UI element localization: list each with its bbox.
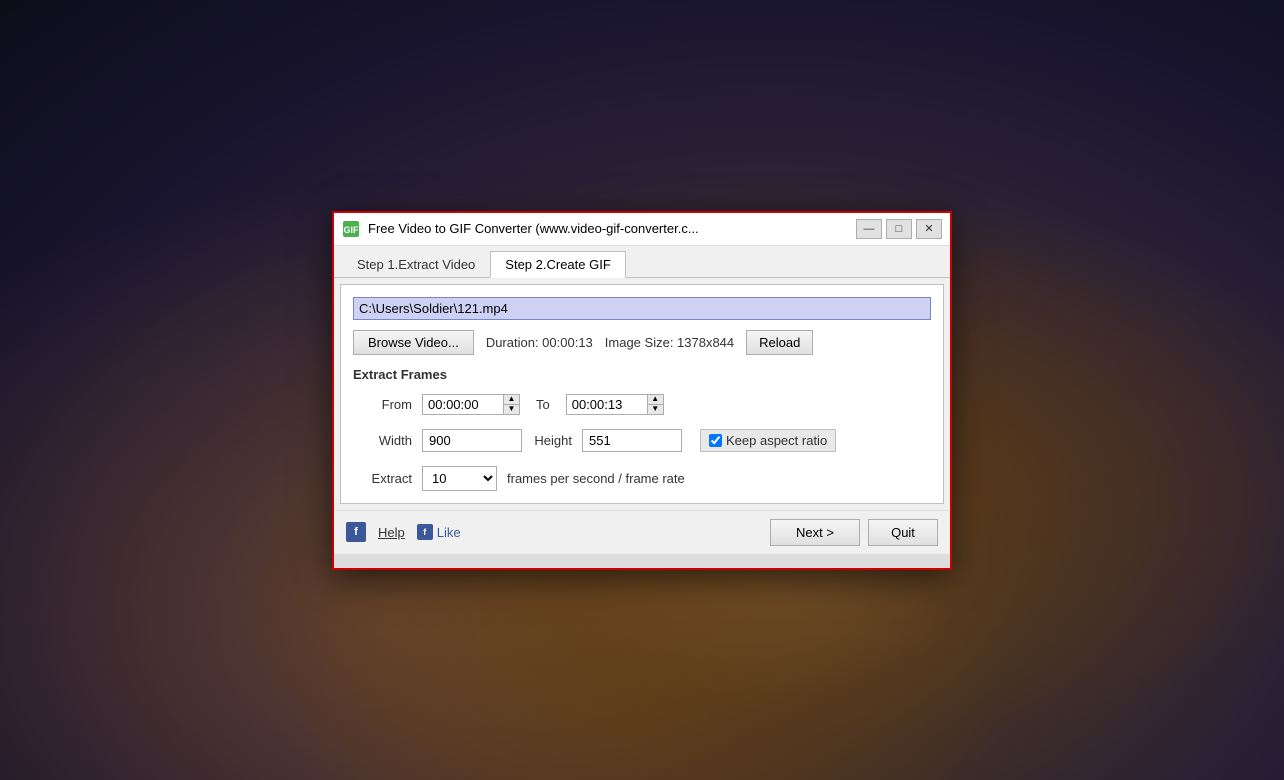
browse-video-button[interactable]: Browse Video... bbox=[353, 330, 474, 355]
height-input[interactable] bbox=[582, 429, 682, 452]
main-content: Browse Video... Duration: 00:00:13 Image… bbox=[340, 284, 944, 504]
keep-aspect-ratio-text: Keep aspect ratio bbox=[726, 433, 827, 448]
to-spinbox: ▲ ▼ bbox=[566, 394, 664, 415]
fps-select[interactable]: 1 2 5 10 15 20 25 30 bbox=[422, 466, 497, 491]
file-row bbox=[353, 297, 931, 320]
next-button[interactable]: Next > bbox=[770, 519, 860, 546]
from-label: From bbox=[357, 397, 412, 412]
like-button[interactable]: f Like bbox=[417, 524, 461, 540]
like-text: Like bbox=[437, 525, 461, 540]
from-spinbox: ▲ ▼ bbox=[422, 394, 520, 415]
height-label: Height bbox=[532, 433, 572, 448]
window-controls: — □ ✕ bbox=[856, 219, 942, 239]
keep-aspect-ratio-label[interactable]: Keep aspect ratio bbox=[700, 429, 836, 452]
keep-aspect-ratio-checkbox[interactable] bbox=[709, 434, 722, 447]
maximize-button[interactable]: □ bbox=[886, 219, 912, 239]
file-path-input[interactable] bbox=[353, 297, 931, 320]
form-grid: From ▲ ▼ To ▲ ▼ bbox=[353, 394, 931, 491]
from-input[interactable] bbox=[423, 395, 503, 414]
facebook-icon: f bbox=[417, 524, 433, 540]
from-spin-up[interactable]: ▲ bbox=[504, 395, 519, 404]
width-height-row: Width Height Keep aspect ratio bbox=[357, 429, 927, 452]
from-to-row: From ▲ ▼ To ▲ ▼ bbox=[357, 394, 927, 415]
app-footer-icon: f bbox=[346, 522, 366, 542]
app-icon: GIF bbox=[342, 220, 360, 238]
footer-right: Next > Quit bbox=[770, 519, 938, 546]
minimize-button[interactable]: — bbox=[856, 219, 882, 239]
from-spin-down[interactable]: ▼ bbox=[504, 404, 519, 414]
width-label: Width bbox=[357, 433, 412, 448]
extract-fps-row: Extract 1 2 5 10 15 20 25 30 frames per … bbox=[357, 466, 927, 491]
title-bar: GIF Free Video to GIF Converter (www.vid… bbox=[334, 213, 950, 246]
to-separator-label: To bbox=[536, 397, 550, 412]
quit-button[interactable]: Quit bbox=[868, 519, 938, 546]
from-spin-buttons: ▲ ▼ bbox=[503, 395, 519, 414]
extract-frames-label: Extract Frames bbox=[353, 367, 931, 382]
tab-step2[interactable]: Step 2.Create GIF bbox=[490, 251, 626, 278]
footer: f Help f Like Next > Quit bbox=[334, 510, 950, 554]
footer-left: f Help f Like bbox=[346, 522, 770, 542]
to-spin-down[interactable]: ▼ bbox=[648, 404, 663, 414]
help-link[interactable]: Help bbox=[378, 525, 405, 540]
meta-row: Browse Video... Duration: 00:00:13 Image… bbox=[353, 330, 931, 355]
status-bar bbox=[334, 554, 950, 568]
width-input[interactable] bbox=[422, 429, 522, 452]
image-size-text: Image Size: 1378x844 bbox=[605, 335, 734, 350]
to-spin-buttons: ▲ ▼ bbox=[647, 395, 663, 414]
main-window: GIF Free Video to GIF Converter (www.vid… bbox=[332, 211, 952, 570]
svg-text:GIF: GIF bbox=[344, 225, 360, 235]
tab-step1[interactable]: Step 1.Extract Video bbox=[342, 251, 490, 278]
window-title: Free Video to GIF Converter (www.video-g… bbox=[368, 221, 856, 236]
extract-label: Extract bbox=[357, 471, 412, 486]
tabs-bar: Step 1.Extract Video Step 2.Create GIF bbox=[334, 246, 950, 278]
to-spin-up[interactable]: ▲ bbox=[648, 395, 663, 404]
to-input[interactable] bbox=[567, 395, 647, 414]
reload-button[interactable]: Reload bbox=[746, 330, 813, 355]
duration-text: Duration: 00:00:13 bbox=[486, 335, 593, 350]
fps-suffix-text: frames per second / frame rate bbox=[507, 471, 685, 486]
close-button[interactable]: ✕ bbox=[916, 219, 942, 239]
